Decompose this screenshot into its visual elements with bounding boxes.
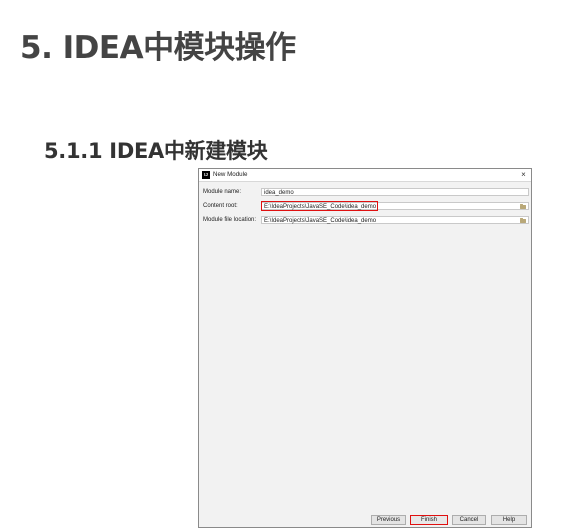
- close-icon[interactable]: ×: [519, 169, 528, 181]
- page-title: 5. IDEA中模块操作: [20, 30, 296, 66]
- module-file-location-value: E:\IdeaProjects\JavaSE_Code\idea_demo: [264, 217, 377, 224]
- previous-button[interactable]: Previous: [371, 515, 406, 525]
- module-file-location-label: Module file location:: [203, 217, 257, 223]
- help-button[interactable]: Help: [491, 515, 527, 525]
- intellij-app-icon: IJ: [202, 171, 210, 179]
- section-heading: 5.1.1 IDEA中新建模块: [44, 139, 268, 163]
- content-root-label: Content root:: [203, 203, 238, 209]
- browse-folder-icon[interactable]: [520, 203, 526, 209]
- browse-folder-icon[interactable]: [520, 217, 526, 223]
- cancel-button[interactable]: Cancel: [452, 515, 486, 525]
- dialog-title: New Module: [213, 171, 248, 178]
- dialog-titlebar: IJ New Module ×: [199, 169, 531, 182]
- module-file-location-input[interactable]: E:\IdeaProjects\JavaSE_Code\idea_demo: [261, 216, 529, 224]
- finish-button[interactable]: Finish: [410, 515, 448, 525]
- module-name-value: idea_demo: [264, 189, 294, 196]
- module-name-label: Module name:: [203, 189, 242, 195]
- module-name-input[interactable]: idea_demo: [261, 188, 529, 196]
- new-module-dialog: IJ New Module × Module name: idea_demo C…: [198, 168, 532, 528]
- content-root-value: E:\IdeaProjects\JavaSE_Code\idea_demo: [264, 203, 377, 210]
- content-root-input[interactable]: E:\IdeaProjects\JavaSE_Code\idea_demo: [261, 202, 529, 210]
